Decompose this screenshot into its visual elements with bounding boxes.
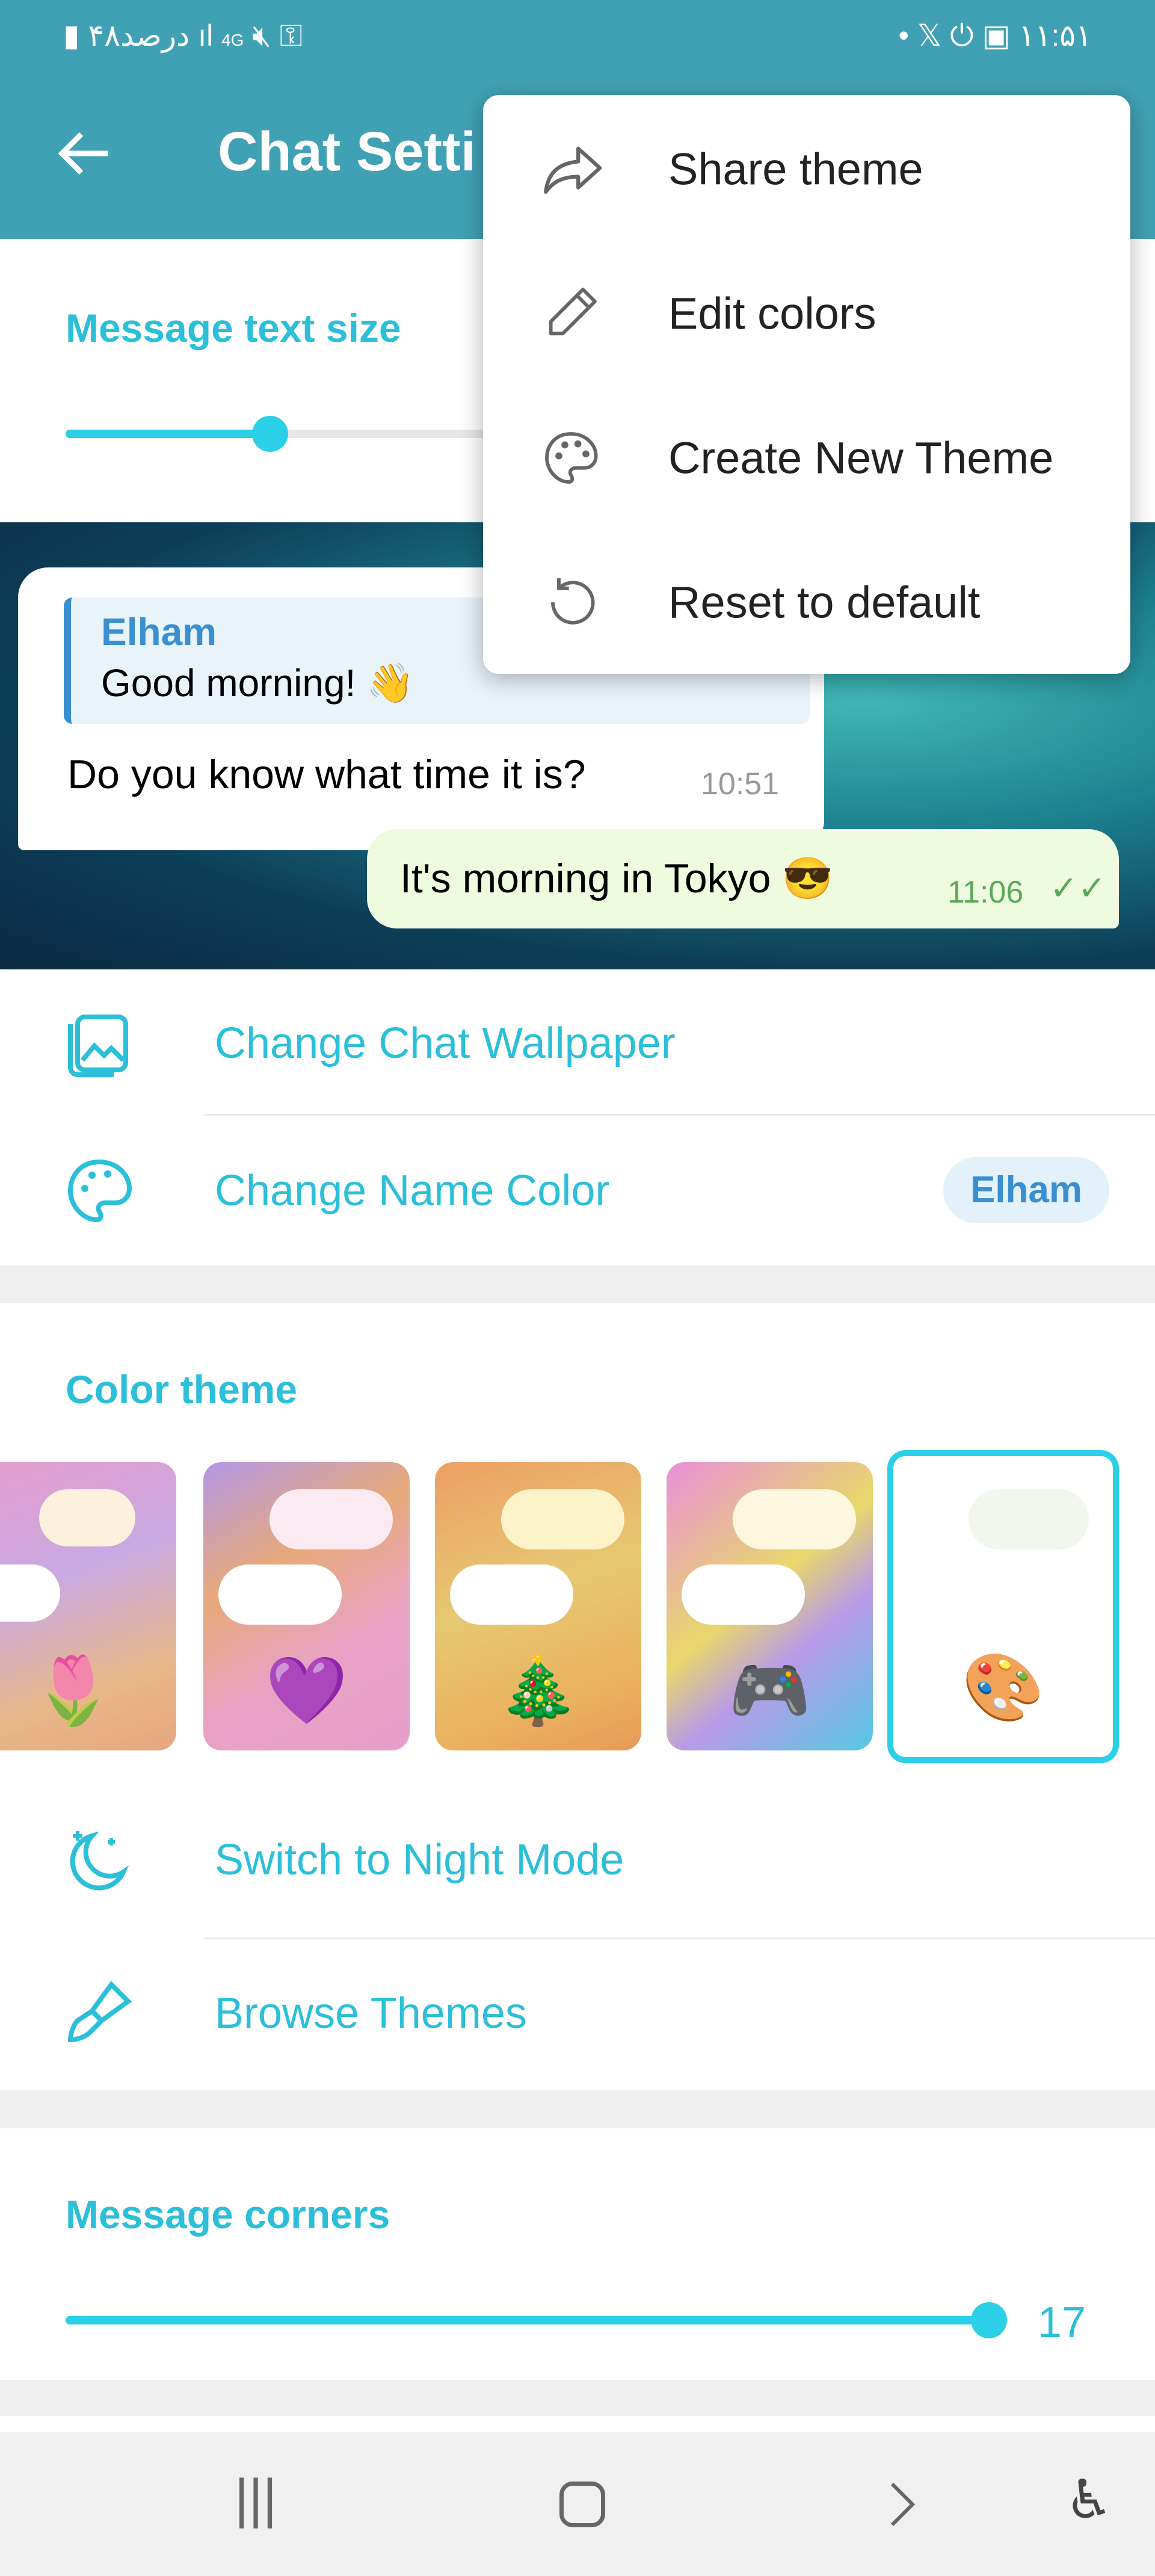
theme-card-game[interactable]: 🎮	[667, 1462, 873, 1750]
message-corners-section: Message corners 17	[0, 2128, 1155, 2380]
chat-options-section: Change Chat Wallpaper Change Name Color …	[0, 969, 1155, 1265]
incoming-time: 10:51	[701, 767, 780, 802]
christmas-tree-icon: 🎄	[497, 1654, 579, 1728]
change-name-color-label: Change Name Color	[215, 1166, 610, 1215]
purple-heart-icon: 💜	[265, 1654, 348, 1728]
battery-text: ۴۸درصد	[88, 19, 190, 52]
name-color-badge: Elham	[943, 1157, 1109, 1223]
network-type: 4G	[221, 31, 244, 49]
pencil-icon	[549, 288, 597, 336]
double-check-icon: ✓✓	[1050, 869, 1106, 907]
page-title: Chat Setti	[218, 121, 476, 182]
bubble-preview	[39, 1489, 135, 1546]
outgoing-text: It's morning in Tokyo 😎	[400, 856, 834, 901]
system-nav-bar: ||| ♿︎	[0, 2432, 1155, 2576]
bubble-preview	[0, 1564, 60, 1622]
palette-icon	[67, 1159, 132, 1222]
back-chevron-icon[interactable]	[887, 2480, 917, 2528]
home-button[interactable]	[559, 2482, 605, 2527]
dot-icon: •	[898, 19, 917, 52]
menu-item-label: Create New Theme	[668, 433, 1054, 483]
menu-item-reset[interactable]: Reset to default	[483, 530, 1130, 675]
share-icon	[544, 146, 602, 194]
menu-item-share-theme[interactable]: Share theme	[483, 97, 1130, 241]
bubble-preview	[969, 1489, 1089, 1549]
text-size-knob[interactable]	[252, 416, 288, 452]
moon-icon	[70, 1830, 129, 1890]
bubble-preview	[218, 1564, 342, 1625]
change-name-color-row[interactable]: Change Name Color Elham	[0, 1117, 1155, 1264]
text-size-label: Message text size	[66, 306, 401, 350]
message-corners-slider[interactable]	[66, 2316, 989, 2324]
menu-item-edit-colors[interactable]: Edit colors	[483, 241, 1130, 386]
brush-icon	[67, 1980, 132, 2042]
wallpaper-icon	[68, 1014, 128, 1077]
menu-item-label: Reset to default	[668, 577, 981, 628]
next-section	[0, 2416, 1155, 2432]
message-corners-knob[interactable]	[971, 2302, 1007, 2338]
tulip-icon: 🌷	[32, 1654, 114, 1728]
arrow-left-icon[interactable]	[57, 129, 111, 178]
clock: ۱۱:۵۱	[1018, 19, 1092, 52]
reply-name: Elham	[101, 610, 217, 653]
battery-icon: ▮	[63, 19, 80, 52]
color-theme-label: Color theme	[66, 1367, 298, 1412]
change-wallpaper-label: Change Chat Wallpaper	[215, 1019, 676, 1067]
image-icon: ▣	[982, 19, 1019, 52]
game-controller-icon: 🎮	[728, 1654, 811, 1728]
outgoing-bubble: It's morning in Tokyo 😎 11:06 ✓✓	[367, 829, 1119, 928]
theme-card-heart[interactable]: 💜	[203, 1462, 410, 1750]
mute-icon: 🔇︎	[252, 19, 280, 52]
theme-card-tulip[interactable]: 🌷	[0, 1462, 176, 1750]
browse-themes-row[interactable]: Browse Themes	[0, 1939, 1155, 2087]
bubble-preview	[270, 1489, 393, 1549]
message-corners-label: Message corners	[66, 2192, 390, 2237]
message-corners-value: 17	[1038, 2299, 1086, 2347]
bubble-preview	[733, 1489, 856, 1549]
overflow-menu: Share theme Edit colors Create New Theme…	[483, 95, 1130, 674]
browse-themes-label: Browse Themes	[215, 1989, 527, 2037]
night-mode-row[interactable]: Switch to Night Mode	[0, 1786, 1155, 1933]
status-left: ▮ ۴۸درصد ıl 4G 🔇︎ ⚿	[63, 18, 303, 54]
bubble-preview	[501, 1489, 624, 1549]
reply-text: Good morning! 👋	[101, 661, 414, 705]
reset-icon	[551, 578, 595, 625]
change-wallpaper-row[interactable]: Change Chat Wallpaper	[0, 969, 1155, 1117]
status-right: • 𝕏 ⏻ ▣ ۱۱:۵۱	[898, 18, 1092, 54]
accessibility-icon[interactable]: ♿︎	[1065, 2468, 1113, 2531]
night-mode-label: Switch to Night Mode	[215, 1835, 624, 1884]
palette-icon	[545, 432, 598, 484]
bubble-preview	[682, 1564, 805, 1625]
signal-icon: ıl	[198, 19, 222, 52]
vpn-key-icon: ⚿	[279, 19, 303, 52]
menu-item-label: Edit colors	[668, 288, 876, 339]
theme-card-custom-selected[interactable]: 🎨	[887, 1450, 1119, 1763]
text-size-fill	[66, 430, 270, 438]
theme-card-tree[interactable]: 🎄	[435, 1462, 641, 1750]
bubble-preview	[450, 1564, 573, 1625]
recents-button[interactable]: |||	[235, 2468, 277, 2530]
outgoing-time: 11:06	[947, 875, 1024, 910]
incoming-text: Do you know what time it is?	[67, 752, 586, 797]
menu-item-create-theme[interactable]: Create New Theme	[483, 386, 1130, 530]
power-icon: ⏻	[950, 19, 982, 52]
divider	[205, 1114, 1155, 1116]
artist-palette-icon: 🎨	[962, 1651, 1044, 1725]
menu-item-label: Share theme	[668, 144, 923, 194]
x-icon: 𝕏	[917, 19, 950, 52]
